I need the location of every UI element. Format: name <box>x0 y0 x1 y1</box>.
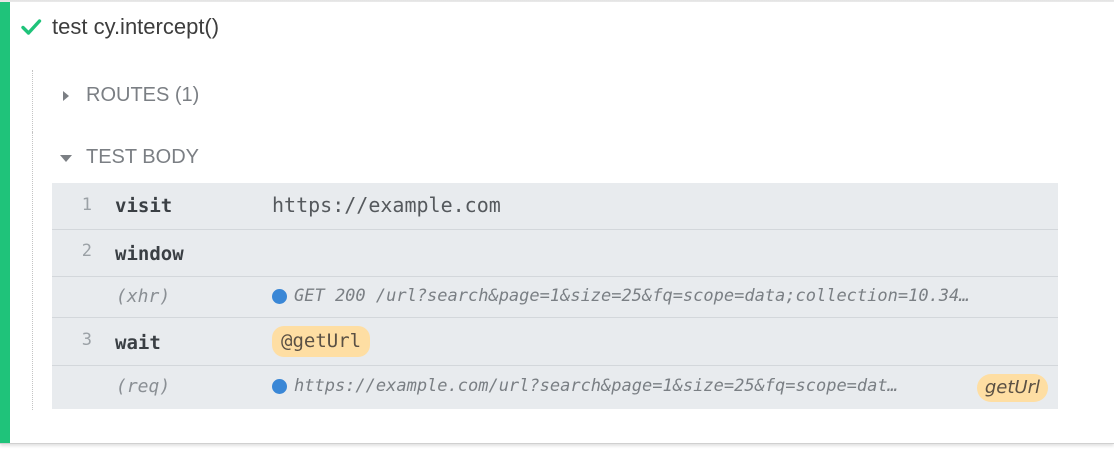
test-title: test cy.intercept() <box>52 14 220 39</box>
command-row-visit[interactable]: 1 visit https://example.com <box>52 183 1058 230</box>
command-name: (xhr) <box>116 286 171 307</box>
command-row-wait[interactable]: 3 wait @getUrl <box>52 318 1058 366</box>
alias-badge[interactable]: getUrl <box>976 374 1048 402</box>
xhr-message: GET 200 /url?search&page=1&size=25&fq=sc… <box>272 286 1046 306</box>
command-number: 2 <box>81 241 92 261</box>
command-name: window <box>115 243 184 265</box>
tree-line-body <box>32 132 33 410</box>
command-number: 1 <box>81 195 92 215</box>
request-status-dot <box>272 378 287 394</box>
alias-pill[interactable]: @getUrl <box>272 326 371 357</box>
test-body-section-toggle[interactable]: TEST BODY <box>60 146 199 169</box>
command-row-xhr[interactable]: (xhr) GET 200 /url?search&page=1&size=25… <box>52 277 1058 318</box>
command-name: wait <box>115 332 161 354</box>
test-body-label: TEST BODY <box>86 146 199 168</box>
test-header[interactable]: test cy.intercept() <box>20 14 219 40</box>
command-row-req[interactable]: (req) https://example.com/url?search&pag… <box>52 366 1058 409</box>
caret-right-icon <box>63 90 69 101</box>
command-message: https://example.com <box>272 193 501 217</box>
xhr-text: GET 200 /url?search&page=1&size=25&fq=sc… <box>294 286 970 306</box>
command-row-window[interactable]: 2 window <box>52 230 1058 277</box>
command-number: 3 <box>81 330 92 350</box>
status-bar <box>0 2 10 443</box>
routes-label: ROUTES (1) <box>86 84 200 106</box>
command-name: (req) <box>116 376 171 397</box>
req-message: https://example.com/url?search&page=1&si… <box>272 376 962 396</box>
routes-section-toggle[interactable]: ROUTES (1) <box>60 84 199 107</box>
command-name: visit <box>115 195 173 217</box>
command-list: 1 visit https://example.com 2 window (xh… <box>52 183 1058 409</box>
request-status-dot <box>272 288 287 304</box>
test-card: test cy.intercept() ROUTES (1) TEST BODY… <box>0 2 1114 444</box>
req-text: https://example.com/url?search&page=1&si… <box>294 376 898 396</box>
caret-down-icon <box>60 154 72 162</box>
check-icon <box>21 19 42 35</box>
